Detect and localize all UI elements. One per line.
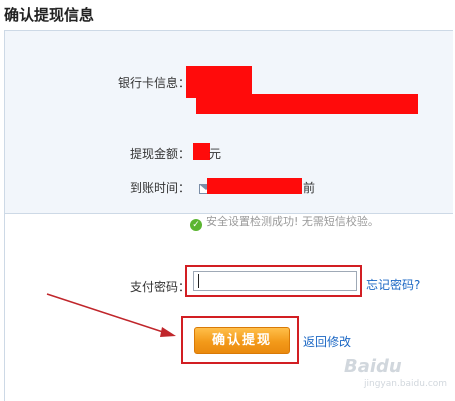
security-check-message: ✓ 安全设置检测成功! 无需短信校验。: [190, 213, 379, 231]
arrival-time-suffix: 前: [303, 181, 316, 195]
payment-password-input[interactable]: [193, 271, 357, 291]
forgot-password-link[interactable]: 忘记密码?: [366, 276, 420, 293]
confirm-withdraw-button[interactable]: 确认提现: [194, 327, 290, 354]
watermark-text: Baidu: [344, 356, 402, 377]
password-label: 支付密码：: [129, 280, 190, 294]
amount-label: 提现金额：: [129, 147, 190, 161]
security-check-text: 安全设置检测成功! 无需短信校验。: [206, 215, 379, 228]
arrival-time-redacted: [207, 178, 302, 194]
bank-card-label: 银行卡信息：: [117, 76, 190, 90]
arrival-time-label: 到账时间：: [129, 181, 190, 195]
page-title: 确认提现信息: [4, 6, 95, 24]
text-caret: [198, 274, 199, 288]
watermark-subtext: jingyan.baidu.com: [364, 379, 448, 389]
check-circle-icon: ✓: [190, 219, 202, 231]
baidu-watermark: Baidu jingyan.baidu.com: [330, 356, 450, 396]
page-header: 确认提现信息: [0, 0, 455, 30]
amount-redacted: [193, 143, 210, 160]
amount-unit: 元: [209, 147, 222, 161]
bank-card-redacted-bottom: [196, 94, 418, 114]
back-to-edit-link[interactable]: 返回修改: [303, 333, 351, 350]
